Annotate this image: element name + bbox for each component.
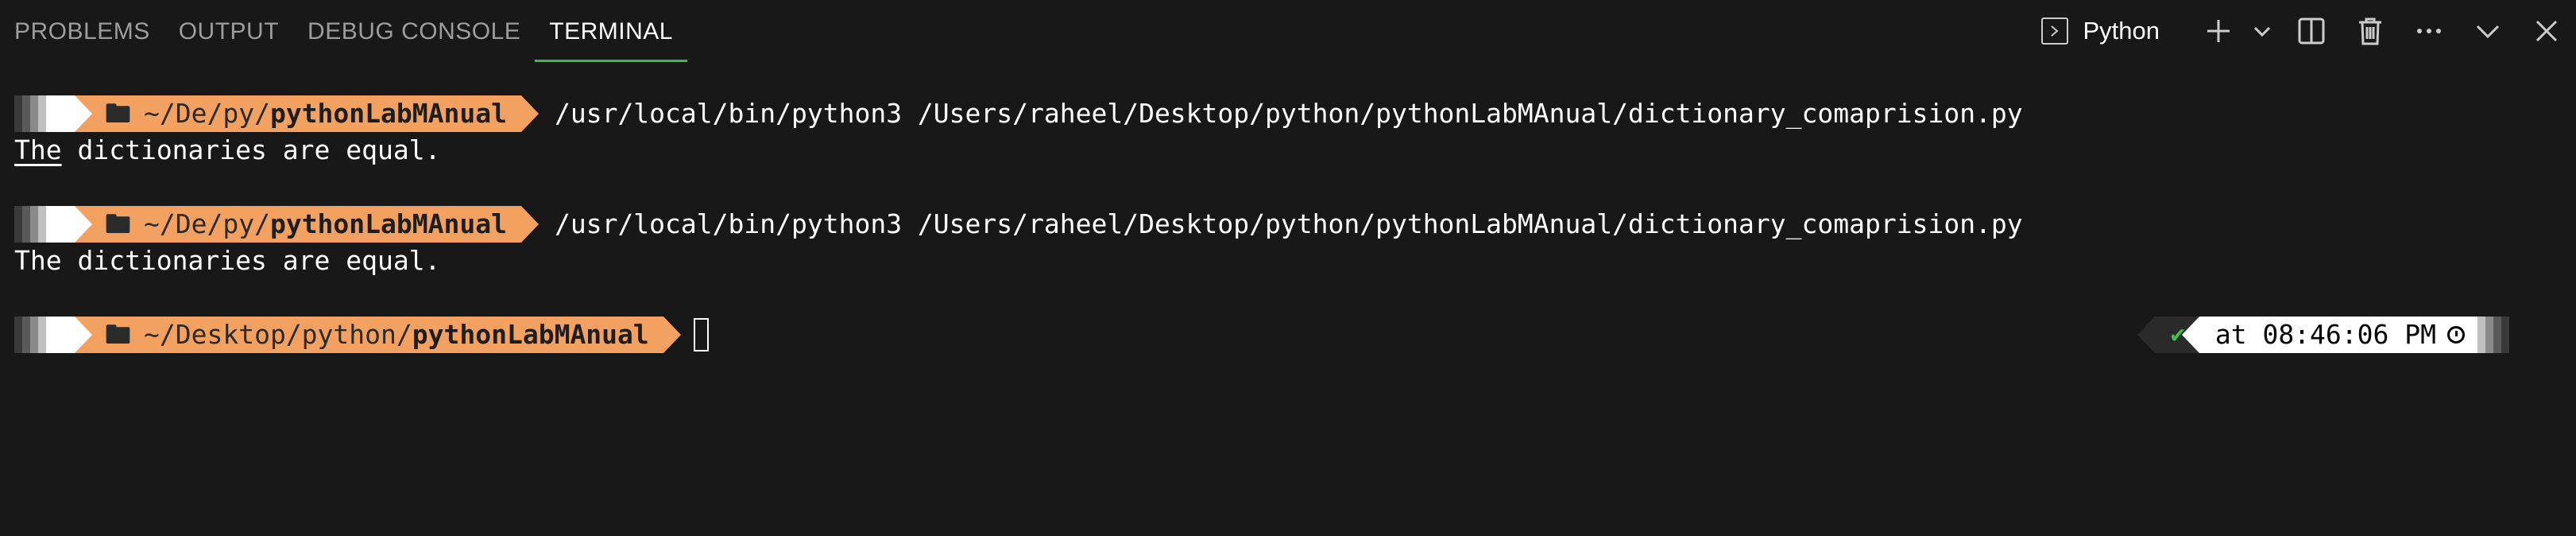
clock-icon [2447,326,2465,344]
terminal-profile-button[interactable]: Python [2041,17,2160,45]
panel-tabs: PROBLEMS OUTPUT DEBUG CONSOLE TERMINAL [0,0,687,62]
prompt-path-dim: ~/De/py/ [144,98,270,129]
terminal-profile-icon [2041,17,2069,45]
apple-icon [46,95,92,132]
tab-debug-console[interactable]: DEBUG CONSOLE [293,0,535,62]
more-actions-button[interactable] [2400,0,2458,62]
more-icon [2417,29,2441,33]
output-line: The dictionaries are equal. [14,132,2576,169]
terminal-output[interactable]: 🖿 ~/De/py/pythonLabMAnual /usr/local/bin… [14,95,2576,353]
prompt-path-dim: ~/Desktop/python/ [144,319,412,350]
terminal-profile-label: Python [2083,17,2160,45]
folder-icon: 🖿 [105,319,131,350]
prompt-path: 🖿 ~/De/py/pythonLabMAnual [75,206,539,243]
split-terminal-button[interactable] [2282,0,2341,62]
prompt-path-current: pythonLabMAnual [269,208,507,239]
trash-icon [2359,17,2381,45]
command-text: /usr/local/bin/python3 /Users/raheel/Des… [554,98,2023,129]
prompt-gradient [14,317,46,353]
prompt-gradient [14,206,46,243]
apple-icon [46,317,92,353]
terminal-cursor [693,318,709,352]
output-line: The dictionaries are equal. [14,245,441,276]
prompt-path: 🖿 ~/De/py/pythonLabMAnual [75,95,539,132]
terminal-command-line: 🖿 ~/De/py/pythonLabMAnual /usr/local/bin… [14,95,2576,132]
tab-problems[interactable]: PROBLEMS [0,0,164,62]
right-prompt: ✔ at 08:46:06 PM [2137,317,2509,353]
apple-icon [46,206,92,243]
terminal-command-line: 🖿 ~/De/py/pythonLabMAnual /usr/local/bin… [14,206,2576,243]
panel-actions: Python [2041,0,2576,62]
chevron-down-icon [2253,26,2271,37]
folder-icon: 🖿 [105,208,131,239]
prompt-time-text: at 08:46:06 PM [2214,319,2436,350]
plus-icon [2207,20,2230,42]
folder-icon: 🖿 [105,98,131,129]
chevron-down-icon [2476,25,2500,39]
output-underlined-word: The [14,134,62,165]
kill-terminal-button[interactable] [2341,0,2400,62]
shell-prompt: 🖿 ~/Desktop/python/pythonLabMAnual [14,317,681,353]
terminal-input-line[interactable]: 🖿 ~/Desktop/python/pythonLabMAnual ✔ at … [14,317,2576,353]
shell-prompt: 🖿 ~/De/py/pythonLabMAnual [14,95,539,132]
maximize-panel-button[interactable] [2458,0,2517,62]
prompt-gradient [2477,317,2509,353]
prompt-path-dim: ~/De/py/ [144,208,270,239]
shell-prompt: 🖿 ~/De/py/pythonLabMAnual [14,206,539,243]
close-panel-button[interactable] [2517,0,2576,62]
tab-output[interactable]: OUTPUT [164,0,293,62]
prompt-gradient [14,95,46,132]
command-text: /usr/local/bin/python3 /Users/raheel/Des… [554,208,2023,239]
split-icon [2298,17,2325,45]
prompt-time: at 08:46:06 PM [2181,317,2477,353]
close-icon [2535,20,2558,42]
output-text: dictionaries are equal. [61,134,441,165]
prompt-path-current: pythonLabMAnual [412,319,649,350]
tab-terminal[interactable]: TERMINAL [535,0,687,62]
prompt-path-current: pythonLabMAnual [269,98,507,129]
launch-profile-dropdown[interactable] [2242,0,2282,62]
new-terminal-button[interactable] [2195,0,2242,62]
prompt-path: 🖿 ~/Desktop/python/pythonLabMAnual [75,317,681,353]
